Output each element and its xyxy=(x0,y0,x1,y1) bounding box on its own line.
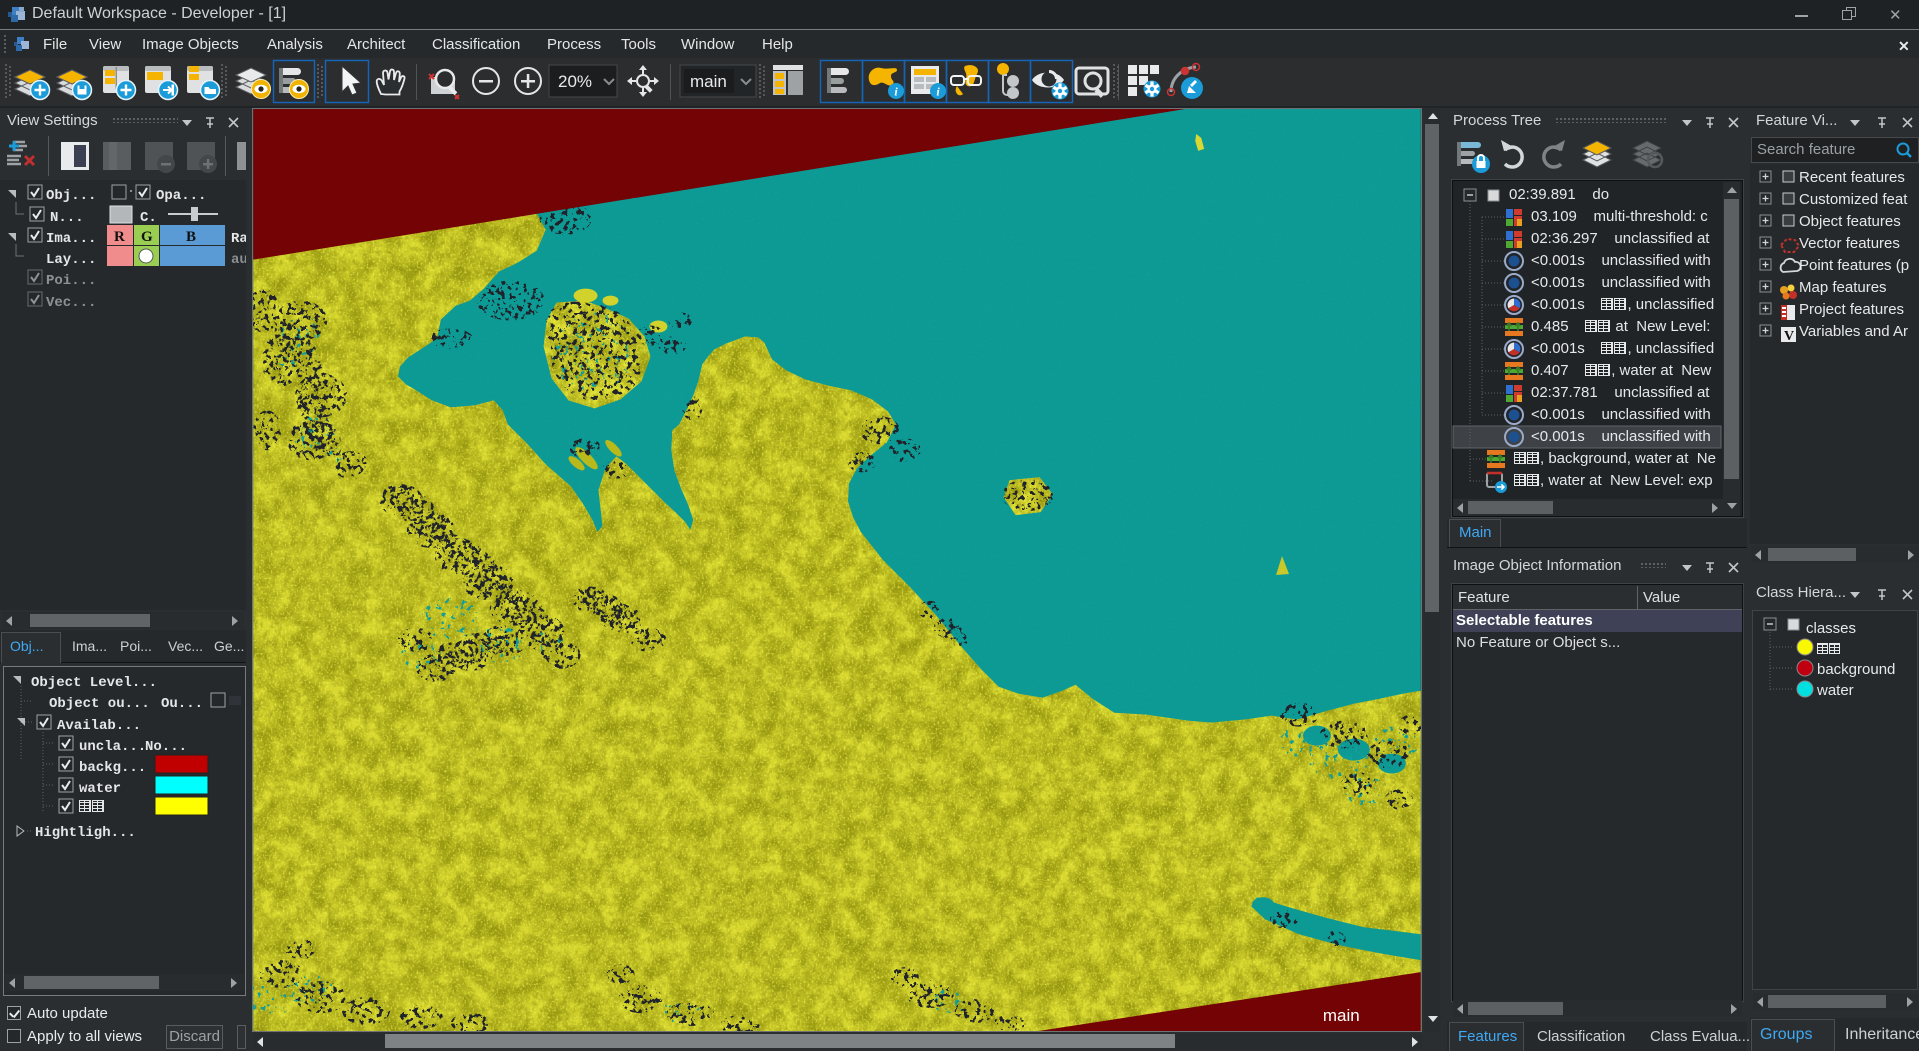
svg-text:water: water xyxy=(79,781,121,797)
svg-text:Opa...: Opa... xyxy=(156,188,206,204)
svg-text:No...: No... xyxy=(145,739,187,755)
svg-text:Ra: Ra xyxy=(231,231,246,247)
svg-text:20%: 20% xyxy=(558,72,592,91)
svg-text:Lay...: Lay... xyxy=(46,252,96,268)
svg-text:au: au xyxy=(231,252,246,268)
svg-text:uncla...: uncla... xyxy=(79,739,146,755)
svg-text:Availab...: Availab... xyxy=(57,718,141,734)
svg-text:R: R xyxy=(114,229,125,245)
svg-text:Vec...: Vec... xyxy=(46,295,96,311)
svg-text:V: V xyxy=(1784,329,1794,344)
svg-text:B: B xyxy=(186,229,196,245)
svg-text:Hightligh...: Hightligh... xyxy=(35,825,136,841)
svg-text:Poi...: Poi... xyxy=(46,273,96,289)
svg-text:Ima...: Ima... xyxy=(46,231,96,247)
svg-text:C.: C. xyxy=(140,210,157,226)
svg-text:main: main xyxy=(1323,1006,1360,1025)
svg-text:Obj...: Obj... xyxy=(46,188,96,204)
svg-text:G: G xyxy=(141,229,153,245)
svg-text:N...: N... xyxy=(50,210,84,226)
svg-text:main: main xyxy=(690,72,727,91)
svg-text:Ou...: Ou... xyxy=(161,696,203,712)
svg-text:Object Level...: Object Level... xyxy=(31,675,157,691)
svg-text:Object ou...: Object ou... xyxy=(49,696,150,712)
svg-text:backg...: backg... xyxy=(79,760,146,776)
